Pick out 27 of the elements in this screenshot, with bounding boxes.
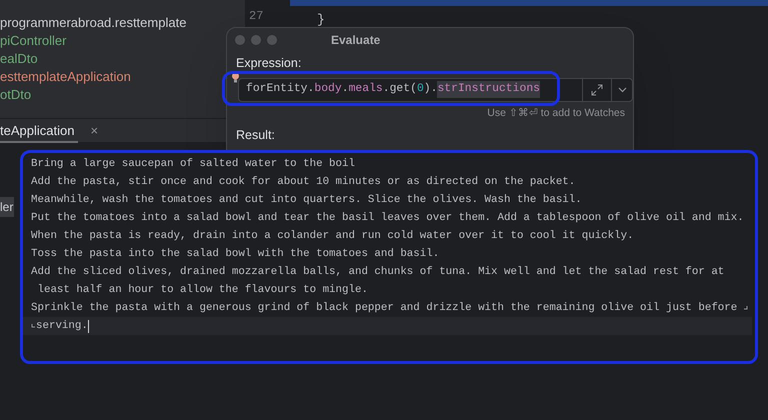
text-line: serving.: [36, 319, 88, 334]
expression-label: Expression:: [236, 55, 302, 72]
line-number: 27: [249, 8, 264, 25]
text-line: Toss the pasta into the salad bowl with the tomatoes and basil.: [31, 247, 440, 262]
text-line: Sprinkle the pasta with a generous grind of black pepper and drizzle with the remaining olive oil just before: [31, 301, 738, 316]
text-line: Add the pasta, stir once and cook for about 10 minutes or as directed on the packet.: [31, 175, 576, 190]
result-label: Result:: [236, 126, 275, 144]
text-line: When the pasta is ready, drain into a colander and run cold water over it to cool it quickly.: [31, 229, 634, 244]
text-line: Bring a large saucepan of salted water to the boil: [31, 157, 355, 172]
side-tab[interactable]: ler: [0, 197, 14, 217]
dialog-title: Evaluate: [331, 32, 380, 49]
text-line: least half an hour to allow the flavours to mingle.: [36, 283, 368, 298]
run-tab[interactable]: teApplication: [0, 118, 78, 142]
close-button[interactable]: ×: [90, 120, 98, 140]
text-line: Put the tomatoes into a salad bowl and tear the basil leaves over them. Add a tablespoon of olive oil and mix.: [31, 211, 744, 226]
text-cursor: [88, 320, 89, 332]
lightbulb-icon[interactable]: [231, 72, 240, 83]
expand-icon: [591, 84, 603, 96]
hint-text: Use ⇧⌘⏎ to add to Watches: [487, 106, 625, 121]
wrap-mark-icon: [31, 323, 36, 329]
expand-button[interactable]: [583, 78, 611, 102]
caret-icon: [618, 86, 626, 93]
expression-field[interactable]: forEntity.body.meals.get(0).strInstructions: [238, 78, 583, 102]
text-line: Add the sliced olives, drained mozzarella balls, and chunks of tuna. Mix well and let the salad rest for at: [31, 265, 724, 280]
code-text: }: [317, 12, 325, 27]
text-line: Meanwhile, wash the tomatoes and cut into quarters. Slice the olives. Wash the basil.: [31, 193, 582, 208]
tree-item[interactable]: programmerabroad.resttemplate: [0, 14, 245, 32]
